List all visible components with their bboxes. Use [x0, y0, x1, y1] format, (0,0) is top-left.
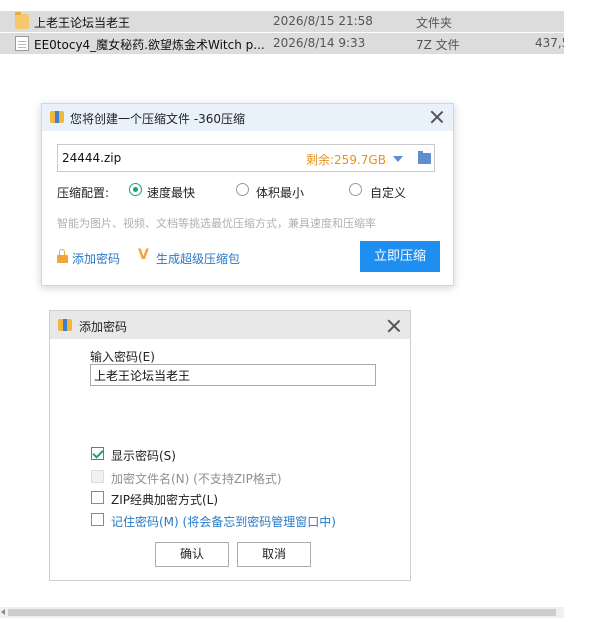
free-space-label: 剩余:259.7GB — [306, 153, 386, 167]
vip-v-icon: V — [138, 247, 149, 263]
encrypt-filenames-label: 加密文件名(N) (不支持ZIP格式) — [111, 472, 282, 486]
add-password-label: 添加密码 — [72, 252, 121, 266]
encrypt-filenames-checkbox — [91, 470, 104, 483]
radio-label-speed-fastest[interactable]: 速度最快 — [147, 184, 195, 201]
radio-custom[interactable] — [349, 183, 362, 196]
remember-password-label[interactable]: 记住密码(M) (将会备忘到密码管理窗口中) — [111, 513, 336, 530]
radio-label-custom[interactable]: 自定义 — [370, 184, 406, 201]
close-icon[interactable] — [430, 110, 444, 124]
radio-label-size-smallest[interactable]: 体积最小 — [256, 184, 304, 201]
password-input-label: 输入密码(E) — [90, 350, 155, 364]
zip-classic-encryption-checkbox[interactable] — [91, 491, 104, 504]
horizontal-scrollbar[interactable] — [0, 607, 564, 618]
folder-icon — [15, 12, 29, 29]
archive-app-icon — [50, 111, 64, 123]
output-filename: 24444.zip — [62, 151, 122, 165]
file-name: 上老王论坛当老王 — [34, 16, 131, 30]
password-input[interactable] — [90, 364, 376, 386]
show-password-checkbox[interactable] — [91, 447, 104, 460]
document-icon — [15, 36, 29, 51]
remember-password-checkbox[interactable] — [91, 513, 104, 526]
zip-classic-encryption-label[interactable]: ZIP经典加密方式(L) — [111, 491, 218, 508]
browse-folder-icon[interactable] — [418, 151, 431, 164]
create-sfx-link[interactable]: 生成超级压缩包 — [156, 250, 240, 267]
close-icon[interactable] — [387, 319, 401, 333]
password-dialog-titlebar[interactable]: 添加密码 — [50, 311, 410, 339]
archive-app-icon — [58, 319, 72, 331]
file-date: 2026/8/15 21:58 — [273, 14, 373, 28]
chevron-down-icon[interactable] — [393, 156, 403, 162]
compress-config-label: 压缩配置: — [57, 186, 110, 200]
file-row-folder[interactable]: 上老王论坛当老王 2026/8/15 21:58 文件夹 — [0, 11, 564, 32]
scroll-left-arrow-icon[interactable] — [1, 609, 5, 615]
compress-now-button[interactable]: 立即压缩 — [360, 241, 440, 272]
password-dialog-title: 添加密码 — [79, 320, 128, 334]
confirm-button[interactable]: 确认 — [155, 542, 229, 567]
file-type: 7Z 文件 — [416, 38, 460, 52]
compress-hint: 智能为图片、视频、文档等挑选最优压缩方式，兼具速度和压缩率 — [57, 217, 376, 230]
compress-dialog-titlebar[interactable]: 您将创建一个压缩文件 -360压缩 — [42, 104, 453, 131]
password-dialog: 添加密码 输入密码(E) 显示密码(S) 加密文件名(N) (不支持ZIP格式)… — [49, 310, 411, 581]
scrollbar-thumb[interactable] — [8, 609, 556, 616]
radio-speed-fastest[interactable] — [129, 183, 142, 196]
window-edge — [564, 0, 615, 618]
file-name: EE0tocy4_魔女秘药.欲望炼金术Witch p... — [34, 38, 265, 52]
compress-dialog: 您将创建一个压缩文件 -360压缩 24444.zip 剩余:259.7GB 压… — [41, 103, 454, 286]
output-path-field[interactable]: 24444.zip 剩余:259.7GB — [57, 144, 435, 172]
show-password-label[interactable]: 显示密码(S) — [111, 447, 176, 464]
file-row-archive[interactable]: EE0tocy4_魔女秘药.欲望炼金术Witch p... 2026/8/14 … — [0, 33, 569, 54]
radio-size-smallest[interactable] — [236, 183, 249, 196]
compress-dialog-title: 您将创建一个压缩文件 -360压缩 — [70, 112, 246, 126]
file-date: 2026/8/14 9:33 — [273, 36, 366, 50]
file-type: 文件夹 — [416, 16, 453, 30]
lock-icon — [57, 249, 69, 263]
cancel-button[interactable]: 取消 — [237, 542, 311, 567]
